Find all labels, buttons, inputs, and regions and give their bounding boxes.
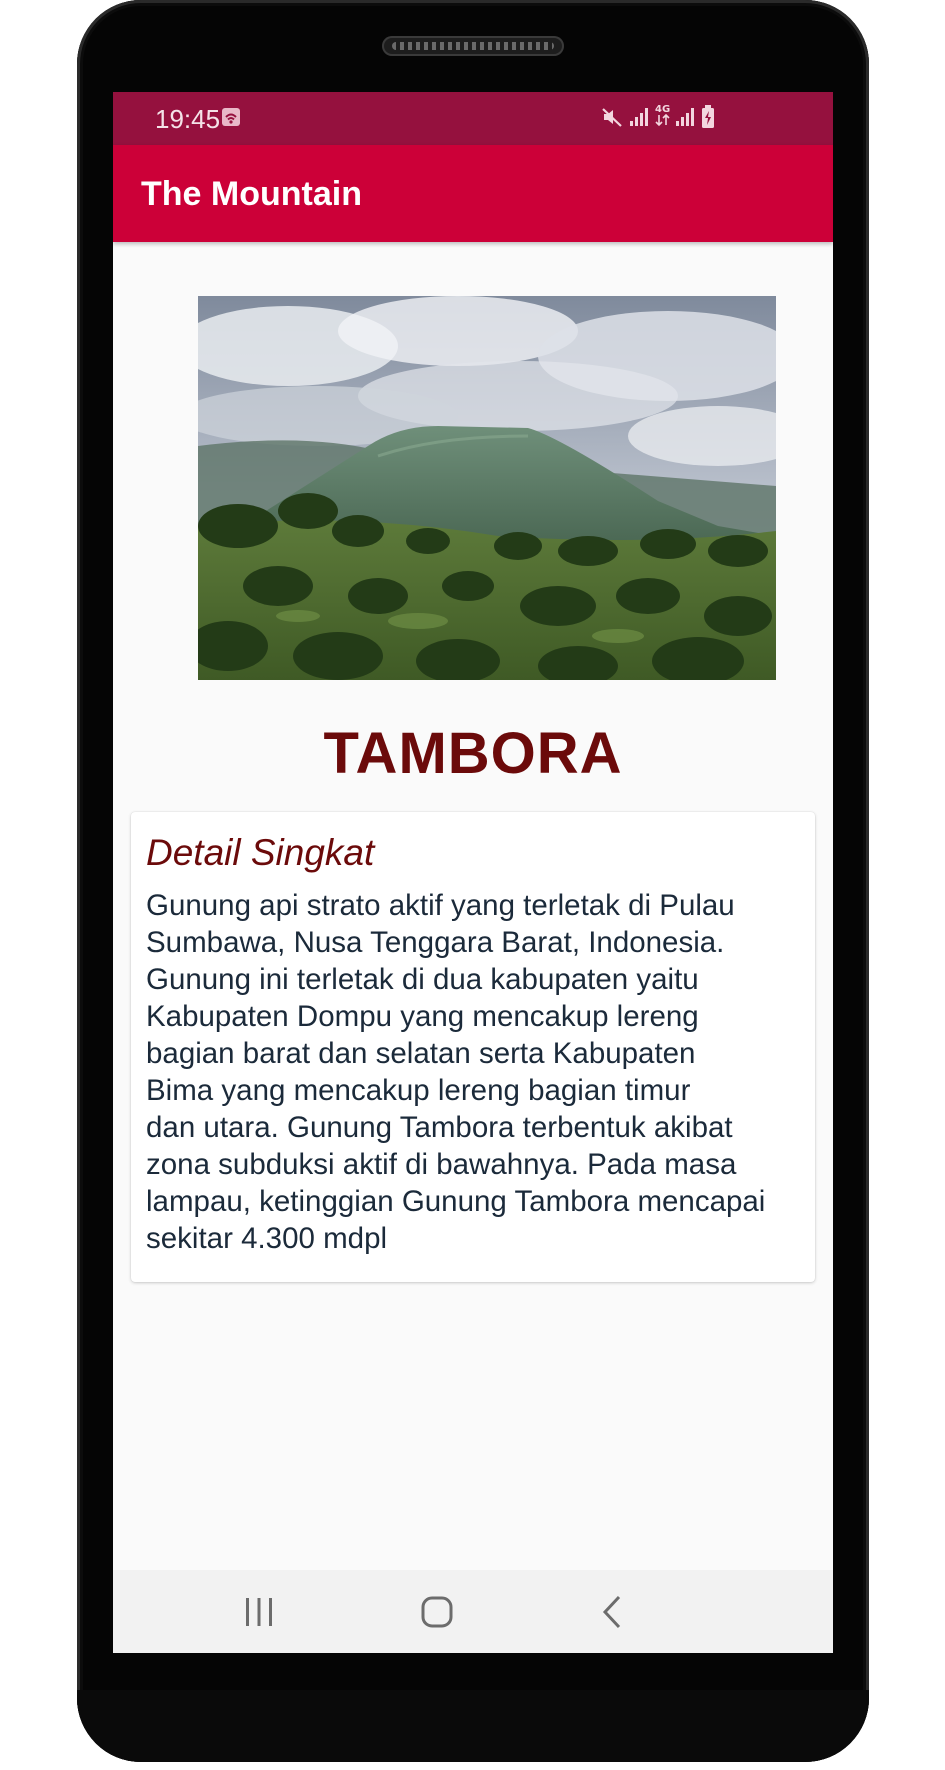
app-bar: The Mountain (113, 145, 833, 242)
recent-apps-icon[interactable] (239, 1592, 279, 1632)
description-line: bagian barat dan selatan serta Kabupaten (146, 1037, 696, 1070)
mountain-photo (198, 296, 776, 680)
earpiece-speaker (382, 36, 564, 56)
navigation-bar (113, 1570, 833, 1653)
status-bar: 19:45 4G (113, 92, 833, 145)
description-line: dan utara. Gunung Tambora terbentuk akib… (146, 1111, 733, 1144)
mountain-name: TAMBORA (323, 721, 623, 786)
wifi-hotspot-icon (221, 107, 241, 132)
description-line: Sumbawa, Nusa Tenggara Barat, Indonesia. (146, 926, 725, 959)
description-line: Gunung ini terletak di dua kabupaten yai… (146, 963, 699, 996)
description-line: zona subduksi aktif di bawahnya. Pada ma… (146, 1148, 737, 1181)
description-line: Gunung api strato aktif yang terletak di… (146, 889, 735, 922)
back-icon[interactable] (593, 1592, 633, 1632)
detail-card: Detail Singkat Gunung api strato aktif y… (131, 812, 815, 1282)
phone-chin (77, 1690, 869, 1762)
svg-text:4G: 4G (655, 104, 670, 115)
battery-charging-icon (701, 105, 715, 134)
signal-icon-2 (675, 106, 695, 133)
mute-icon (601, 106, 623, 133)
home-icon[interactable] (417, 1592, 457, 1632)
card-title: Detail Singkat (146, 832, 375, 873)
description-line: Kabupaten Dompu yang mencakup lereng (146, 1000, 699, 1033)
description: Gunung api strato aktif yang terletak di… (146, 887, 811, 1257)
description-line: Bima yang mencakup lereng bagian timur (146, 1074, 691, 1107)
status-time: 19:45 (155, 104, 221, 134)
4g-icon: 4G (654, 102, 672, 133)
signal-icon (629, 106, 649, 133)
phone-frame: 19:45 4G The Mountain TAMBORA Detail Sin… (77, 0, 869, 1762)
description-line: sekitar 4.300 mdpl (146, 1222, 388, 1255)
description-line: lampau, ketinggian Gunung Tambora mencap… (146, 1185, 766, 1218)
screen: 19:45 4G The Mountain TAMBORA Detail Sin… (113, 92, 833, 1653)
app-title: The Mountain (141, 175, 362, 213)
